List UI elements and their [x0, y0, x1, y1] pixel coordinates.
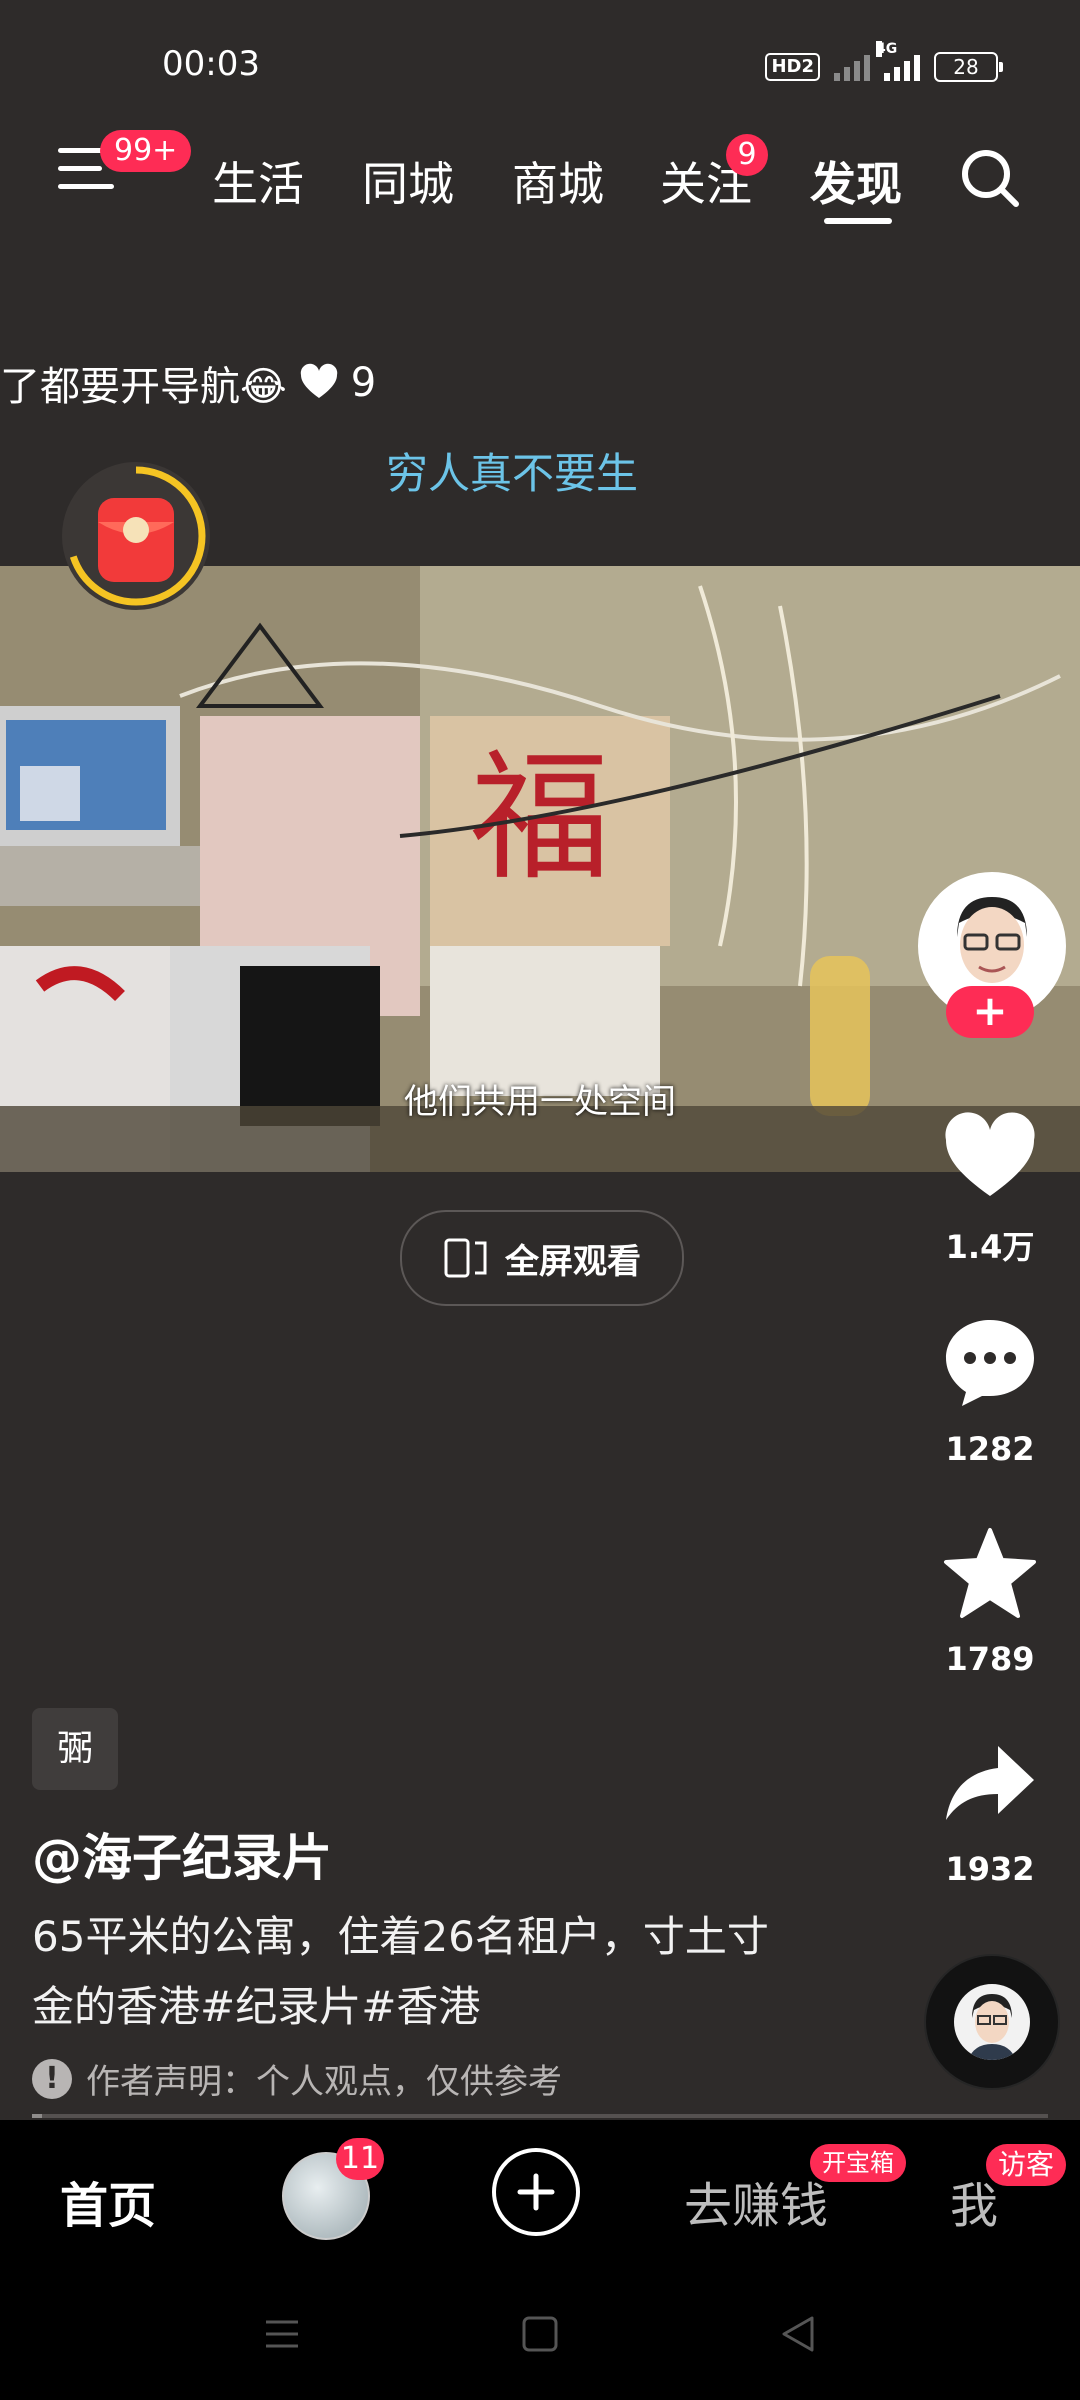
disclaimer-text: 作者声明：个人观点，仅供参考: [86, 2062, 562, 2102]
comment-count: 1282: [945, 1430, 1035, 1468]
warning-icon: !: [32, 2058, 72, 2099]
back-triangle-icon[interactable]: [778, 2314, 818, 2354]
svg-text:福: 福: [470, 737, 610, 900]
heart-icon: [300, 363, 337, 398]
fullscreen-button[interactable]: 全屏观看: [400, 1210, 684, 1306]
status-time: 00:03: [162, 44, 260, 84]
search-icon[interactable]: [958, 146, 1022, 210]
share-arrow-icon[interactable]: [942, 1738, 1038, 1834]
red-packet-icon: [66, 466, 206, 606]
like-count: 1.4万: [945, 1228, 1035, 1266]
comment-icon[interactable]: [942, 1314, 1038, 1410]
following-badge: 9: [726, 134, 768, 176]
author-name[interactable]: @海子纪录片: [32, 1818, 332, 1890]
plus-icon: [517, 2173, 555, 2211]
share-count: 1932: [945, 1850, 1035, 1888]
post-description[interactable]: 65平米的公寓，住着26名租户，寸土寸金的香港#纪录片#香港: [32, 1902, 792, 2042]
music-disc[interactable]: [924, 1954, 1060, 2090]
video-progress-bar[interactable]: [32, 2114, 1048, 2118]
tab-discover[interactable]: 发现: [810, 148, 902, 214]
home-square-icon[interactable]: [520, 2314, 560, 2354]
menu-badge: 99+: [100, 130, 192, 172]
hd-voice-icon: HD2: [765, 53, 820, 81]
comment-text: 了都要开导航😂: [0, 364, 287, 410]
earn-badge: 开宝箱: [810, 2144, 906, 2182]
recent-apps-icon[interactable]: [262, 2316, 302, 2352]
signal-4g-icon: 4G: [876, 41, 920, 81]
follow-button[interactable]: +: [946, 986, 1034, 1038]
fullscreen-label: 全屏观看: [505, 1241, 641, 1282]
comment-preview[interactable]: 了都要开导航😂 9: [0, 354, 376, 412]
tab-same-city[interactable]: 同城: [362, 148, 454, 214]
battery-icon: 28: [934, 52, 1003, 82]
video-subtitle: 他们共用一处空间: [404, 1082, 676, 1122]
active-tab-indicator: [824, 218, 892, 224]
comment-likes: 9: [350, 360, 377, 406]
red-packet-button[interactable]: [62, 462, 210, 610]
nav-earn[interactable]: 去赚钱: [684, 2166, 828, 2236]
author-disclaimer: ! 作者声明：个人观点，仅供参考: [32, 2054, 562, 2103]
friends-badge: 11: [336, 2138, 384, 2180]
music-cover-avatar: [954, 1984, 1030, 2060]
like-heart-icon[interactable]: [942, 1110, 1038, 1206]
status-icons: HD2 4G 28: [765, 41, 1003, 82]
nav-home[interactable]: 首页: [60, 2166, 156, 2236]
create-plus-button[interactable]: [492, 2148, 580, 2236]
battery-level: 28: [953, 55, 979, 79]
me-badge: 访客: [986, 2144, 1067, 2186]
tab-life[interactable]: 生活: [212, 148, 304, 214]
post-tag[interactable]: 弻: [32, 1708, 118, 1790]
video-progress-fill: [32, 2114, 42, 2118]
signal-sim1-icon: [834, 53, 870, 81]
favorite-star-icon[interactable]: [942, 1526, 1038, 1622]
favorite-count: 1789: [945, 1640, 1035, 1678]
rotate-screen-icon: [444, 1238, 487, 1278]
tab-mall[interactable]: 商城: [512, 148, 604, 214]
